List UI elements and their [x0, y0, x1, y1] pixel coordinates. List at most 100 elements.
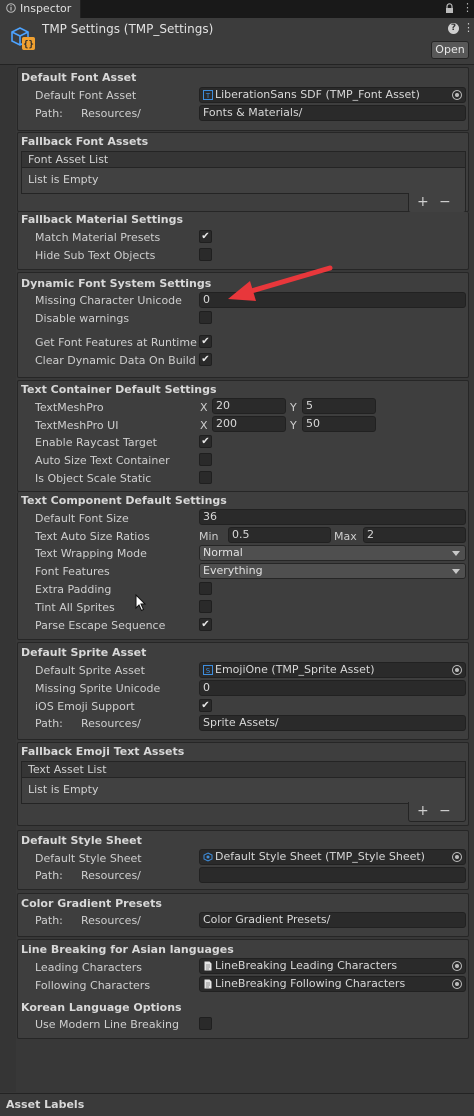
match-material-label: Match Material Presets	[35, 231, 161, 244]
wrapping-mode-label: Text Wrapping Mode	[35, 547, 147, 560]
clear-dynamic-checkbox[interactable]: ✔	[199, 353, 212, 366]
extra-padding-checkbox[interactable]	[199, 582, 212, 595]
max-ratio-input[interactable]: 2	[363, 527, 466, 543]
leading-chars-label: Leading Characters	[35, 961, 142, 974]
missing-sprite-input[interactable]: 0	[199, 680, 466, 696]
object-picker-icon[interactable]	[452, 665, 462, 675]
modern-line-breaking-label: Use Modern Line Breaking	[35, 1018, 179, 1031]
autosize-label: Auto Size Text Container	[35, 454, 170, 467]
field-value: Default Style Sheet (TMP_Style Sheet)	[215, 850, 425, 863]
tmp-y-input[interactable]: 5	[302, 398, 376, 414]
font-asset-list-header[interactable]: Font Asset List	[21, 151, 466, 168]
modern-line-breaking-checkbox[interactable]	[199, 1017, 212, 1030]
wrapping-mode-dropdown[interactable]: Normal	[199, 545, 466, 561]
font-features-runtime-checkbox[interactable]: ✔	[199, 335, 212, 348]
tmp-x-input[interactable]: 20	[212, 398, 286, 414]
missing-sprite-label: Missing Sprite Unicode	[35, 682, 161, 695]
path-prefix: Resources/	[81, 717, 141, 730]
extra-padding-label: Extra Padding	[35, 583, 112, 596]
tab-inspector[interactable]: Inspector	[0, 0, 81, 18]
tmpui-x-input[interactable]: 200	[212, 416, 286, 432]
font-path-input[interactable]: Fonts & Materials/	[199, 105, 466, 121]
default-sprite-asset-field[interactable]: S EmojiOne (TMP_Sprite Asset)	[199, 662, 466, 678]
mouse-cursor-icon	[135, 594, 147, 612]
add-item-button[interactable]: +	[417, 194, 429, 210]
annotation-arrow-icon	[228, 265, 333, 301]
left-gutter	[0, 65, 16, 1092]
default-style-sheet-field[interactable]: Default Style Sheet (TMP_Style Sheet)	[199, 849, 466, 865]
object-picker-icon[interactable]	[452, 90, 462, 100]
checkmark-icon: ✔	[201, 336, 210, 347]
text-asset-list-empty: List is Empty	[21, 778, 466, 804]
tab-menu-icon[interactable]: ⋮	[462, 1, 473, 14]
inspector-header: {} TMP Settings (TMP_Settings) ? ⋮ Open	[0, 18, 474, 65]
list-footer: + −	[408, 193, 466, 213]
section-heading: Fallback Material Settings	[21, 213, 184, 226]
tmp-label: TextMeshPro	[35, 401, 104, 414]
add-item-button[interactable]: +	[417, 803, 429, 819]
section-heading: Fallback Emoji Text Assets	[21, 745, 185, 758]
match-material-checkbox[interactable]: ✔	[199, 230, 212, 243]
field-value: LineBreaking Leading Characters	[215, 959, 398, 972]
help-icon[interactable]: ?	[448, 23, 459, 34]
checkmark-icon: ✔	[201, 436, 210, 447]
object-picker-icon[interactable]	[452, 852, 462, 862]
leading-chars-field[interactable]: LineBreaking Leading Characters	[199, 958, 466, 974]
open-button[interactable]: Open	[431, 41, 469, 59]
tab-bar: Inspector ⋮	[0, 0, 474, 18]
path-prefix: Resources/	[81, 869, 141, 882]
path-prefix: Resources/	[81, 914, 141, 927]
svg-text:{}: {}	[23, 40, 34, 50]
font-asset-list-empty: List is Empty	[21, 168, 466, 194]
remove-item-button[interactable]: −	[439, 803, 451, 819]
path-label: Path:	[35, 107, 63, 120]
y-label: Y	[290, 419, 297, 432]
raycast-checkbox[interactable]: ✔	[199, 435, 212, 448]
font-features-dropdown[interactable]: Everything	[199, 563, 466, 579]
gradient-path-input[interactable]: Color Gradient Presets/	[199, 912, 466, 928]
autosize-checkbox[interactable]	[199, 453, 212, 466]
object-picker-icon[interactable]	[452, 979, 462, 989]
section-heading: Default Sprite Asset	[21, 646, 147, 659]
font-features-runtime-label: Get Font Features at Runtime	[35, 336, 197, 349]
field-value: EmojiOne (TMP_Sprite Asset)	[215, 663, 375, 676]
lock-icon[interactable]	[445, 3, 454, 14]
asset-labels-bar[interactable]: Asset Labels	[0, 1093, 474, 1116]
disable-warnings-checkbox[interactable]	[199, 311, 212, 324]
tab-label: Inspector	[20, 2, 72, 15]
x-label: X	[200, 401, 208, 414]
section-heading: Korean Language Options	[21, 1001, 182, 1014]
chevron-down-icon	[452, 569, 460, 574]
ios-emoji-checkbox[interactable]: ✔	[199, 699, 212, 712]
path-label: Path:	[35, 869, 63, 882]
font-size-input[interactable]: 36	[199, 509, 466, 525]
sprite-path-input[interactable]: Sprite Assets/	[199, 715, 466, 731]
info-icon	[6, 3, 16, 13]
header-menu-icon[interactable]: ⋮	[463, 21, 474, 34]
remove-item-button[interactable]: −	[439, 194, 451, 210]
default-font-asset-field[interactable]: T LiberationSans SDF (TMP_Font Asset)	[199, 87, 466, 103]
tint-sprites-label: Tint All Sprites	[35, 601, 115, 614]
field-value: LiberationSans SDF (TMP_Font Asset)	[215, 88, 420, 101]
following-chars-field[interactable]: LineBreaking Following Characters	[199, 976, 466, 992]
text-asset-icon	[204, 979, 212, 989]
checkmark-icon: ✔	[201, 700, 210, 711]
scale-static-checkbox[interactable]	[199, 471, 212, 484]
y-label: Y	[290, 401, 297, 414]
svg-text:S: S	[206, 667, 211, 675]
parse-escape-label: Parse Escape Sequence	[35, 619, 166, 632]
min-ratio-input[interactable]: 0.5	[228, 527, 331, 543]
tmpui-y-input[interactable]: 50	[302, 416, 376, 432]
sprite-asset-icon: S	[203, 665, 213, 675]
parse-escape-checkbox[interactable]: ✔	[199, 618, 212, 631]
hide-sub-checkbox[interactable]	[199, 248, 212, 261]
min-label: Min	[199, 530, 219, 543]
object-picker-icon[interactable]	[452, 961, 462, 971]
section-heading: Default Font Asset	[21, 71, 137, 84]
dropdown-value: Normal	[203, 546, 243, 559]
section-heading: Color Gradient Presets	[21, 897, 162, 910]
tint-sprites-checkbox[interactable]	[199, 600, 212, 613]
text-asset-list-header[interactable]: Text Asset List	[21, 761, 466, 778]
style-sheet-path-input[interactable]	[199, 867, 466, 883]
list-footer: + −	[408, 802, 466, 822]
